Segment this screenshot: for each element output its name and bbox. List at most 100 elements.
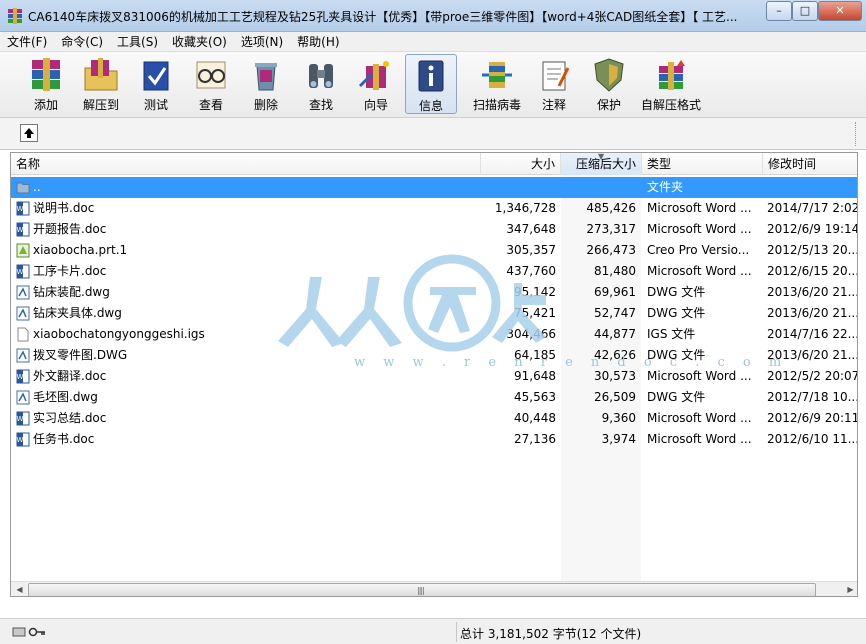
wizard-magic-icon: [358, 61, 389, 90]
dwg-file-icon: [16, 390, 30, 405]
menu-favorites[interactable]: 收藏夹(O): [165, 32, 234, 51]
close-button[interactable]: ✕: [818, 1, 862, 21]
scroll-left-icon[interactable]: ◀: [11, 582, 28, 596]
menu-help[interactable]: 帮助(H): [290, 32, 346, 51]
toolbar-grip[interactable]: [855, 122, 858, 146]
horizontal-scrollbar[interactable]: ◀ |||| ▶: [11, 581, 857, 596]
modified-time-cell: 2012/6/9 20:11: [767, 411, 858, 425]
find-button[interactable]: 查找: [295, 54, 347, 114]
column-header-type[interactable]: 类型: [642, 153, 763, 175]
file-name-cell: 钻床装配.dwg: [33, 285, 110, 299]
table-row[interactable]: W 实习总结.doc 40,448 9,360 Microsoft Word ... 20…: [11, 408, 858, 429]
word-doc-icon: W: [16, 432, 30, 447]
file-size-cell: 75,421: [514, 306, 556, 320]
file-size-cell: 437,760: [506, 264, 556, 278]
svg-text:W: W: [17, 226, 24, 234]
maximize-button[interactable]: □: [792, 1, 818, 21]
scroll-thumb[interactable]: ||||: [28, 583, 816, 596]
sfx-archive-icon: [659, 60, 685, 90]
info-icon: [418, 60, 444, 92]
menu-options[interactable]: 选项(N): [234, 32, 290, 51]
folder-up-icon: [16, 182, 30, 194]
test-button[interactable]: 测试: [130, 54, 182, 114]
creo-part-icon: [16, 243, 30, 258]
comment-button[interactable]: 注释: [528, 54, 580, 114]
word-doc-icon: W: [16, 411, 30, 426]
file-list[interactable]: 名称 大小 压缩后大小 类型 修改时间 ▼ .. 文件夹 W 说明书.doc 1,346…: [10, 152, 858, 597]
dwg-file-icon: [16, 285, 30, 300]
protect-button[interactable]: 保护: [583, 54, 635, 114]
up-folder-button[interactable]: [20, 124, 38, 142]
word-doc-icon: W: [16, 201, 30, 216]
column-header-modified[interactable]: 修改时间: [763, 153, 857, 175]
menu-file[interactable]: 文件(F): [0, 32, 54, 51]
file-name-cell: 说明书.doc: [33, 201, 95, 215]
blank-file-icon: [17, 327, 29, 342]
delete-recycle-icon: [255, 63, 277, 91]
file-type-cell: Creo Pro Versio...: [647, 243, 750, 257]
menu-bar: 文件(F) 命令(C) 工具(S) 收藏夹(O) 选项(N) 帮助(H): [0, 32, 866, 52]
scroll-right-icon[interactable]: ▶: [842, 582, 857, 596]
file-type-cell: Microsoft Word ...: [647, 222, 752, 236]
scan-virus-button[interactable]: 扫描病毒: [468, 54, 526, 114]
modified-time-cell: 2012/5/13 20...: [767, 243, 858, 257]
word-doc-icon: W: [16, 369, 30, 384]
modified-time-cell: 2014/7/17 2:02: [767, 201, 858, 215]
comment-note-icon: [542, 61, 570, 91]
status-drive-key-icon: [12, 627, 45, 637]
packed-size-cell: 81,480: [594, 264, 636, 278]
column-header-name[interactable]: 名称: [11, 153, 481, 175]
packed-size-cell: 266,473: [586, 243, 636, 257]
file-type-cell: DWG 文件: [647, 285, 706, 299]
file-size-cell: 45,563: [514, 390, 556, 404]
extract-to-button[interactable]: 解压到: [75, 54, 127, 114]
modified-time-cell: 2012/7/18 10...: [767, 390, 858, 404]
packed-size-cell: [561, 177, 636, 198]
file-size-cell: 95,142: [514, 285, 556, 299]
file-name-cell: 工序卡片.doc: [33, 264, 107, 278]
packed-size-cell: 69,961: [594, 285, 636, 299]
file-name-cell: 实习总结.doc: [33, 411, 107, 425]
sort-descending-icon: ▼: [598, 152, 605, 161]
add-button[interactable]: 添加: [20, 54, 72, 114]
view-button[interactable]: 查看: [185, 54, 237, 114]
file-size-cell: 27,136: [514, 432, 556, 446]
modified-time-cell: 2012/6/15 20...: [767, 264, 858, 278]
file-type-cell: DWG 文件: [647, 390, 706, 404]
parent-folder-row[interactable]: .. 文件夹: [11, 177, 857, 198]
column-header-size[interactable]: 大小: [481, 153, 561, 175]
file-name-cell: 钻床夹具体.dwg: [33, 306, 122, 320]
table-row[interactable]: xiaobocha.prt.1 305,357 266,473 Creo Pro Ve…: [11, 240, 858, 261]
info-button[interactable]: 信息: [405, 54, 457, 114]
table-row[interactable]: 钻床夹具体.dwg 75,421 52,747 DWG 文件 2013/6/20 21.…: [11, 303, 857, 324]
file-type-cell: DWG 文件: [647, 306, 706, 320]
table-row[interactable]: W 开题报告.doc 347,648 273,317 Microsoft Word ..…: [11, 219, 857, 240]
table-row[interactable]: xiaobochatongyonggeshi.igs 304,466 44,877 I…: [11, 324, 857, 345]
packed-size-cell: 273,317: [586, 222, 636, 236]
packed-size-cell: 52,747: [594, 306, 636, 320]
view-glasses-icon: [196, 61, 226, 89]
delete-button[interactable]: 删除: [240, 54, 292, 114]
extract-folder-icon: [84, 58, 118, 91]
table-row[interactable]: W 任务书.doc 27,136 3,974 Microsoft Word ... 201…: [11, 429, 857, 450]
sfx-button[interactable]: 自解压格式: [638, 54, 704, 114]
file-type-cell: IGS 文件: [647, 327, 696, 341]
menu-tools[interactable]: 工具(S): [110, 32, 165, 51]
title-bar: CA6140车床拨叉831006的机械加工工艺规程及钻25孔夹具设计【优秀】【带…: [0, 0, 866, 32]
test-check-icon: [143, 61, 169, 91]
file-name-cell: xiaobocha.prt.1: [33, 243, 128, 257]
minimize-button[interactable]: –: [766, 1, 792, 21]
file-type-cell: Microsoft Word ...: [647, 411, 752, 425]
menu-command[interactable]: 命令(C): [54, 32, 110, 51]
table-row[interactable]: 钻床装配.dwg 95,142 69,961 DWG 文件 2013/6/20 21..…: [11, 282, 858, 303]
table-row[interactable]: W 说明书.doc 1,346,728 485,426 Microsoft Word .…: [11, 198, 858, 219]
svg-text:W: W: [17, 268, 24, 276]
modified-time-cell: 2013/6/20 21...: [767, 285, 858, 299]
file-type-cell: Microsoft Word ...: [647, 264, 752, 278]
table-row[interactable]: 毛坯图.dwg 45,563 26,509 DWG 文件 2012/7/18 10...: [11, 387, 858, 408]
file-size-cell: 1,346,728: [494, 201, 556, 215]
wizard-button[interactable]: 向导: [350, 54, 402, 114]
table-row[interactable]: W 工序卡片.doc 437,760 81,480 Microsoft Word ...…: [11, 261, 858, 282]
window-title: CA6140车床拨叉831006的机械加工工艺规程及钻25孔夹具设计【优秀】【带…: [28, 10, 738, 24]
svg-text:W: W: [17, 205, 24, 213]
